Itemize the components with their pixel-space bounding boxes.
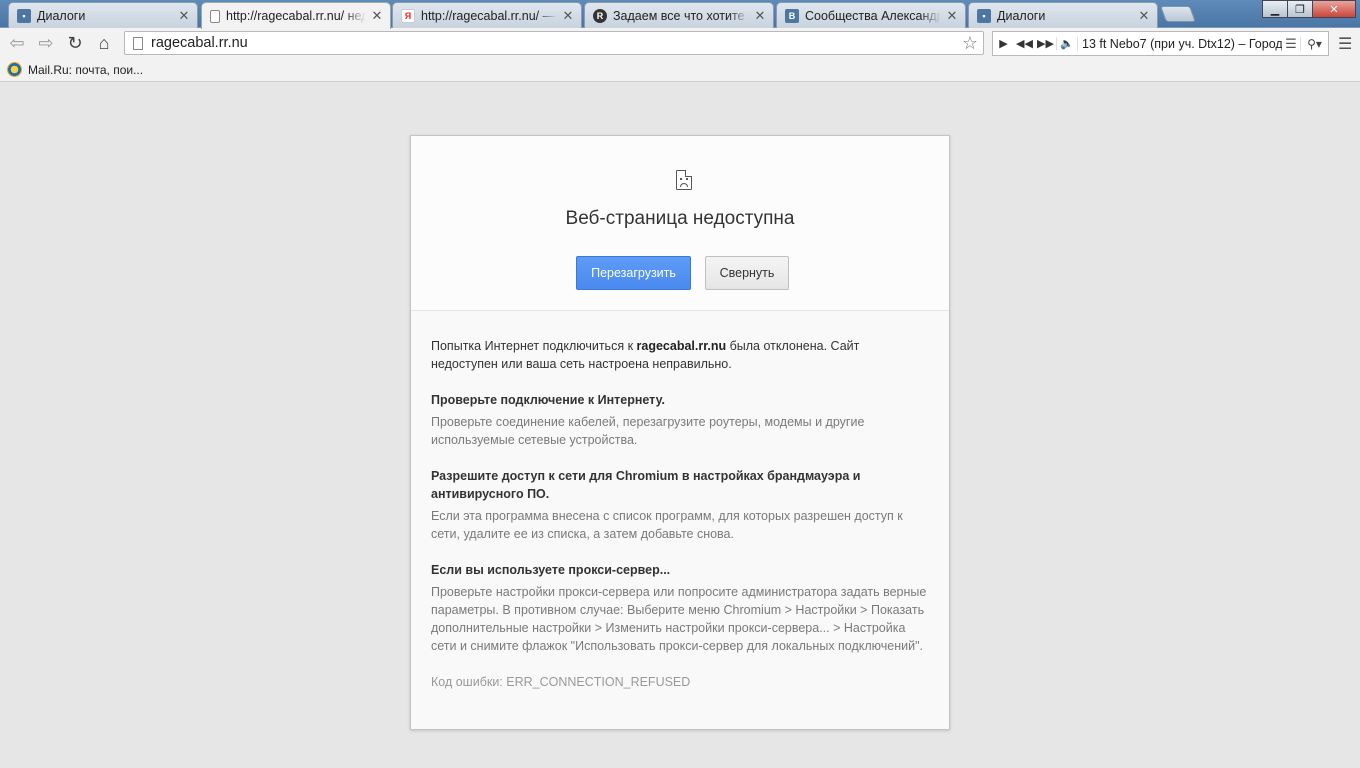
next-track-icon[interactable]: ▶▶ <box>1035 37 1056 50</box>
play-icon[interactable]: ▶ <box>993 37 1014 50</box>
tab-title: Диалоги <box>997 8 1046 23</box>
previous-track-icon[interactable]: ◀◀ <box>1014 37 1035 50</box>
volume-icon[interactable]: 🔈 <box>1056 37 1077 50</box>
suggestion-heading-1: Проверьте подключение к Интернету. <box>431 393 665 407</box>
close-window-button[interactable]: ✕ <box>1312 0 1356 18</box>
error-details: Попытка Интернет подключиться к ragecaba… <box>411 311 949 691</box>
tab-dialogs-1[interactable]: ▪ Диалоги ✕ <box>8 2 198 28</box>
close-icon[interactable]: ✕ <box>561 8 575 24</box>
home-icon: ⌂ <box>98 32 110 53</box>
page-icon <box>210 9 220 23</box>
bookmark-star-icon[interactable]: ☆ <box>957 33 983 54</box>
mailru-icon <box>7 62 22 77</box>
error-host: ragecabal.rr.nu <box>636 339 727 353</box>
tab-title: http://ragecabal.rr.nu/ — Яндекс <box>421 8 557 23</box>
minimize-button[interactable]: ▁ <box>1262 0 1288 18</box>
r-icon: R <box>593 8 607 23</box>
tab-vk-communities[interactable]: B Сообщества Александра ✕ <box>776 2 966 28</box>
bookmark-label: Mail.Ru: почта, пои... <box>28 62 144 77</box>
close-icon[interactable]: ✕ <box>945 8 959 24</box>
close-icon[interactable]: ✕ <box>1137 8 1151 24</box>
tab-title: Диалоги <box>37 8 86 23</box>
page-icon <box>133 36 143 50</box>
tab-strip: ▪ Диалоги ✕ http://ragecabal.rr.nu/ недо… <box>0 0 1360 29</box>
reload-button[interactable]: ↻ <box>63 32 87 54</box>
page-content: Веб-страница недоступна Перезагрузить Св… <box>0 83 1360 768</box>
tab-ragecabal-active[interactable]: http://ragecabal.rr.nu/ недоступна ✕ <box>201 2 391 29</box>
page-title: Веб-страница недоступна <box>565 208 795 229</box>
vk-dialog-icon: ▪ <box>977 8 991 23</box>
yandex-icon: Я <box>401 8 415 23</box>
bookmark-mailru[interactable]: Mail.Ru: почта, пои... <box>7 62 143 77</box>
track-title: 13 ft Nebo7 (при уч. Dtx12) – Город <box>1077 36 1282 51</box>
reload-icon: ↻ <box>67 32 83 53</box>
url-text[interactable]: ragecabal.rr.nu <box>151 35 957 51</box>
suggestion-heading-3: Если вы используете прокси-сервер... <box>431 563 671 577</box>
arrow-left-icon: ⇦ <box>9 32 25 53</box>
close-icon[interactable]: ✕ <box>177 8 191 24</box>
arrow-right-icon: ⇨ <box>38 32 54 53</box>
home-button[interactable]: ⌂ <box>92 32 116 54</box>
vk-icon: B <box>785 8 799 23</box>
sad-page-icon <box>676 170 692 190</box>
collapse-button[interactable]: Свернуть <box>705 256 789 290</box>
maximize-button[interactable]: ❐ <box>1287 0 1313 18</box>
window-controls: ▁ ❐ ✕ <box>1262 0 1356 18</box>
new-tab-button[interactable] <box>1160 6 1196 22</box>
suggestion-text-2: Если эта программа внесена с список прог… <box>431 509 903 541</box>
tab-dialogs-2[interactable]: ▪ Диалоги ✕ <box>968 2 1158 28</box>
back-button[interactable]: ⇦ <box>5 32 29 54</box>
suggestion-text-1: Проверьте соединение кабелей, перезагруз… <box>431 415 865 447</box>
address-bar[interactable]: ragecabal.rr.nu ☆ <box>124 31 984 55</box>
chrome-menu-icon[interactable]: ☰ <box>1338 34 1352 54</box>
error-code: Код ошибки: ERR_CONNECTION_REFUSED <box>431 675 691 689</box>
toolbar: ⇦ ⇨ ↻ ⌂ ragecabal.rr.nu ☆ ▶ ◀◀ ▶▶ 🔈 13 f… <box>0 28 1360 58</box>
error-header: Веб-страница недоступна Перезагрузить Св… <box>411 136 949 311</box>
error-card: Веб-страница недоступна Перезагрузить Св… <box>410 135 950 730</box>
tab-title: http://ragecabal.rr.nu/ недоступна <box>226 9 366 23</box>
menu-icon[interactable]: ☰ <box>1282 36 1300 52</box>
forward-button[interactable]: ⇨ <box>34 32 58 54</box>
bookmarks-bar: Mail.Ru: почта, пои... <box>0 58 1360 82</box>
suggestion-heading-2: Разрешите доступ к сети для Chromium в н… <box>431 469 861 501</box>
search-icon[interactable]: ⚲▾ <box>1300 36 1328 51</box>
reload-page-button[interactable]: Перезагрузить <box>576 256 691 290</box>
close-icon[interactable]: ✕ <box>753 8 767 24</box>
suggestion-text-3: Проверьте настройки прокси-сервера или п… <box>431 585 927 653</box>
music-player-extension: ▶ ◀◀ ▶▶ 🔈 13 ft Nebo7 (при уч. Dtx12) – … <box>992 31 1329 56</box>
tab-title: Задаем все что хотите знать <box>613 8 749 23</box>
close-icon[interactable]: ✕ <box>370 8 384 24</box>
vk-dialog-icon: ▪ <box>17 8 31 23</box>
error-buttons: Перезагрузить Свернуть <box>576 256 789 290</box>
error-description: Попытка Интернет подключиться к ragecaba… <box>431 339 860 371</box>
tab-title: Сообщества Александра <box>805 8 941 23</box>
tab-yandex[interactable]: Я http://ragecabal.rr.nu/ — Яндекс ✕ <box>392 2 582 28</box>
tab-questions[interactable]: R Задаем все что хотите знать ✕ <box>584 2 774 28</box>
